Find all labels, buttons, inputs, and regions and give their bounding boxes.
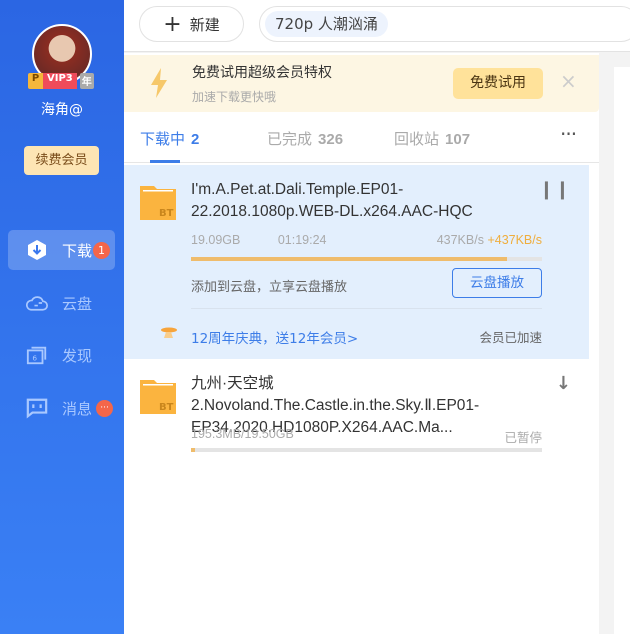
p-badge: P — [28, 73, 43, 89]
vip-level: VIP3 — [43, 73, 77, 89]
tab-label: 下载中 — [140, 130, 186, 148]
tab-label: 已完成 — [267, 130, 313, 148]
tab-recycle-bin[interactable]: 回收站 107 — [394, 128, 470, 149]
sidebar-item-cloud[interactable]: 云盘 — [8, 283, 115, 323]
lightning-icon — [151, 68, 167, 98]
download-panel: 免费试用超级会员特权 加速下载更快哦 免费试用 × 下载中 2 已完成 326 回收… — [124, 53, 599, 634]
remaining-time: 01:19:24 — [277, 233, 327, 247]
download-item[interactable]: BT 九州·天空城2.Novoland.The.Castle.in.the.Sk… — [124, 359, 589, 469]
sidebar-item-discover[interactable]: 6 发现 — [8, 335, 115, 375]
plus-icon: + — [163, 11, 182, 37]
divider — [191, 308, 542, 309]
side-panel — [614, 67, 630, 634]
file-size: 195.3MB/19.50GB — [191, 427, 294, 441]
search-input[interactable]: 720p 人潮汹涌 — [259, 6, 630, 42]
file-size: 19.09GB — [191, 233, 241, 247]
sidebar-item-download[interactable]: 下载 1 — [8, 230, 115, 270]
cloud-icon — [26, 292, 48, 314]
tab-bar: 下载中 2 已完成 326 回收站 107 ··· — [124, 112, 599, 163]
search-chip[interactable]: 720p 人潮汹涌 — [265, 11, 388, 37]
count-badge: 1 — [93, 241, 111, 259]
username: 海角@ — [41, 102, 83, 118]
discover-icon: 6 — [26, 344, 48, 366]
message-badge: ··· — [96, 399, 114, 417]
new-task-button[interactable]: + 新建 — [139, 6, 244, 42]
renew-button[interactable]: 续费会员 — [24, 146, 99, 175]
boost-speed: +437KB/s — [487, 233, 542, 247]
tab-count: 326 — [318, 131, 344, 148]
paused-status: 已暂停 — [504, 431, 542, 445]
svg-text:BT: BT — [159, 208, 174, 219]
download-meta: 195.3MB/19.50GB 已暂停 — [191, 427, 542, 445]
pause-icon[interactable]: ❙❙ — [539, 179, 571, 200]
banner-title: 免费试用超级会员特权 — [192, 65, 332, 81]
svg-text:BT: BT — [159, 402, 174, 413]
progress-fill — [191, 257, 507, 261]
tab-count: 2 — [191, 131, 200, 148]
cloud-hint: 添加到云盘，立享云盘播放 — [191, 280, 348, 295]
tab-downloading[interactable]: 下载中 2 — [140, 128, 200, 163]
vip-trial-banner: 免费试用超级会员特权 加速下载更快哦 免费试用 × — [124, 55, 599, 112]
banner-subtitle: 加速下载更快哦 — [192, 90, 277, 104]
sidebar: P VIP3 年 海角@ 续费会员 下载 1 云盘 6 发现 消息 ··· — [0, 0, 124, 634]
svg-text:6: 6 — [32, 354, 37, 363]
sidebar-item-label: 消息 — [62, 399, 93, 418]
sidebar-item-label: 发现 — [62, 346, 93, 365]
message-icon — [26, 397, 48, 419]
year-badge: 年 — [79, 73, 94, 89]
cloud-play-button[interactable]: 云盘播放 — [452, 268, 542, 298]
progress-bar — [191, 448, 542, 452]
download-meta: 19.09GB 01:19:24 437KB/s +437KB/s — [191, 233, 542, 247]
bt-folder-icon: BT — [140, 380, 176, 414]
progress-fill — [191, 448, 195, 452]
tab-label: 回收站 — [394, 130, 440, 148]
more-icon[interactable]: ··· — [560, 122, 577, 146]
file-name: I'm.A.Pet.at.Dali.Temple.EP01-22.2018.10… — [191, 181, 473, 220]
bt-folder-icon: BT — [140, 186, 176, 220]
vip-accelerated-label: 会员已加速 — [479, 330, 542, 345]
progress-bar — [191, 257, 542, 261]
toolbar: + 新建 720p 人潮汹涌 — [124, 0, 630, 52]
sidebar-item-label: 下载 — [62, 241, 93, 260]
tab-completed[interactable]: 已完成 326 — [267, 128, 343, 149]
download-speed: 437KB/s — [436, 233, 484, 247]
tab-count: 107 — [445, 131, 471, 148]
sidebar-item-messages[interactable]: 消息 ··· — [8, 388, 115, 428]
free-trial-button[interactable]: 免费试用 — [453, 68, 543, 99]
download-item[interactable]: BT I'm.A.Pet.at.Dali.Temple.EP01-22.2018… — [124, 165, 589, 359]
anniversary-promo-link[interactable]: 12周年庆典，送12年会员> — [191, 327, 358, 347]
sidebar-item-label: 云盘 — [62, 294, 93, 313]
ufo-icon — [161, 327, 177, 338]
close-icon[interactable]: × — [560, 69, 577, 93]
download-icon — [26, 239, 48, 261]
new-label: 新建 — [189, 15, 220, 34]
vip-badge: P VIP3 年 — [28, 73, 94, 89]
resume-download-icon[interactable]: ↓ — [556, 373, 571, 394]
